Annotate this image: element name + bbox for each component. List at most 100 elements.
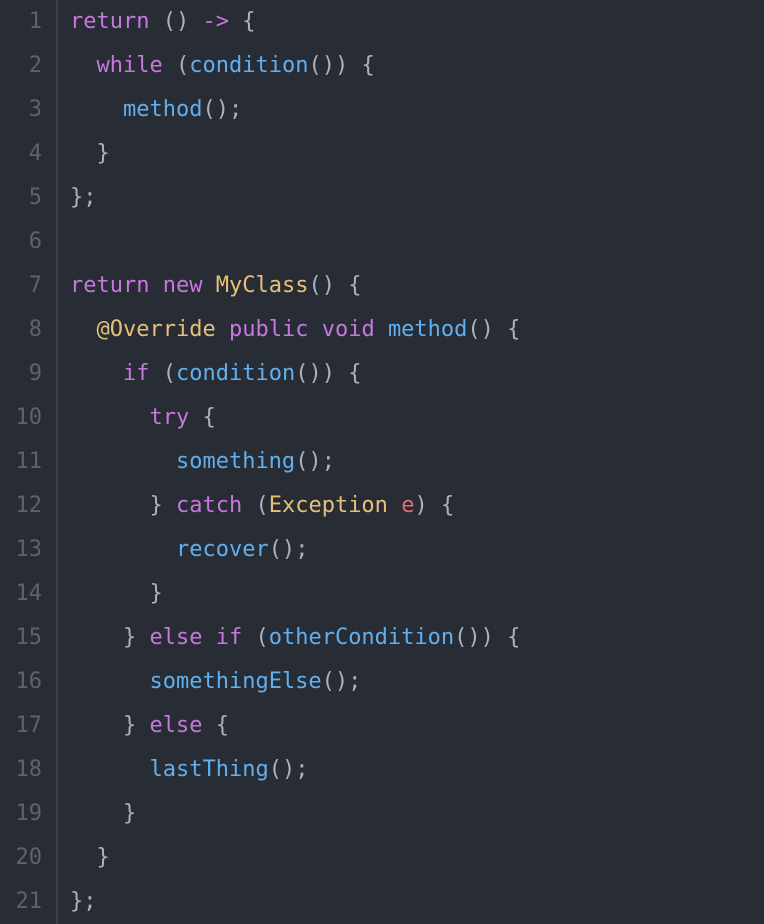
- code-token: [70, 317, 97, 342]
- code-token: [242, 493, 255, 518]
- code-token: ;: [322, 449, 335, 474]
- code-token: [388, 493, 401, 518]
- line-number: 16: [0, 660, 42, 704]
- line-number: 14: [0, 572, 42, 616]
- code-token: ;: [229, 97, 242, 122]
- code-line[interactable]: if (condition()) {: [70, 352, 520, 396]
- code-token: condition: [189, 53, 308, 78]
- code-token: (): [295, 361, 322, 386]
- code-line[interactable]: }: [70, 792, 520, 836]
- code-line[interactable]: try {: [70, 396, 520, 440]
- code-token: [163, 493, 176, 518]
- code-content[interactable]: return () -> { while (condition()) { met…: [58, 0, 520, 924]
- code-token: (: [163, 361, 176, 386]
- code-token: [189, 9, 202, 34]
- code-token: [70, 669, 149, 694]
- code-token: else: [149, 625, 202, 650]
- code-token: [70, 625, 123, 650]
- code-token: [348, 53, 361, 78]
- code-line[interactable]: recover();: [70, 528, 520, 572]
- code-token: ): [322, 361, 335, 386]
- code-token: (: [255, 625, 268, 650]
- code-token: condition: [176, 361, 295, 386]
- code-token: }: [97, 845, 110, 870]
- code-token: [70, 53, 97, 78]
- code-token: (): [467, 317, 494, 342]
- code-token: [189, 405, 202, 430]
- line-number: 20: [0, 836, 42, 880]
- line-number: 12: [0, 484, 42, 528]
- code-line[interactable]: somethingElse();: [70, 660, 520, 704]
- code-line[interactable]: } catch (Exception e) {: [70, 484, 520, 528]
- code-line[interactable]: return () -> {: [70, 0, 520, 44]
- code-token: [136, 713, 149, 738]
- code-token: [70, 537, 176, 562]
- line-number: 4: [0, 132, 42, 176]
- line-number: 19: [0, 792, 42, 836]
- code-line[interactable]: @Override public void method() {: [70, 308, 520, 352]
- code-token: [494, 625, 507, 650]
- code-token: [70, 493, 149, 518]
- line-number: 11: [0, 440, 42, 484]
- code-token: [202, 713, 215, 738]
- code-token: public: [229, 317, 308, 342]
- code-line[interactable]: [70, 220, 520, 264]
- code-token: something: [176, 449, 295, 474]
- code-token: }: [123, 625, 136, 650]
- code-token: [335, 273, 348, 298]
- code-token: [308, 317, 321, 342]
- code-token: [70, 845, 97, 870]
- code-token: [149, 273, 162, 298]
- code-token: (): [322, 669, 349, 694]
- code-token: }: [97, 141, 110, 166]
- code-token: (): [269, 537, 296, 562]
- code-token: [70, 141, 97, 166]
- code-line[interactable]: something();: [70, 440, 520, 484]
- code-token: }: [123, 713, 136, 738]
- code-editor[interactable]: 123456789101112131415161718192021 return…: [0, 0, 764, 924]
- code-line[interactable]: };: [70, 176, 520, 220]
- code-token: [70, 713, 123, 738]
- line-number: 10: [0, 396, 42, 440]
- line-number: 8: [0, 308, 42, 352]
- code-line[interactable]: method();: [70, 88, 520, 132]
- code-line[interactable]: }: [70, 572, 520, 616]
- code-token: [70, 361, 123, 386]
- code-token: [202, 273, 215, 298]
- code-token: (): [202, 97, 229, 122]
- code-line[interactable]: }: [70, 836, 520, 880]
- line-number: 2: [0, 44, 42, 88]
- code-token: (: [255, 493, 268, 518]
- code-token: else: [149, 713, 202, 738]
- code-token: (): [308, 53, 335, 78]
- code-line[interactable]: }: [70, 132, 520, 176]
- code-line[interactable]: return new MyClass() {: [70, 264, 520, 308]
- code-line[interactable]: } else {: [70, 704, 520, 748]
- code-token: (): [269, 757, 296, 782]
- code-line[interactable]: while (condition()) {: [70, 44, 520, 88]
- code-token: [229, 9, 242, 34]
- code-token: };: [70, 185, 97, 210]
- code-token: [70, 757, 149, 782]
- code-token: }: [149, 493, 162, 518]
- code-token: [136, 625, 149, 650]
- code-line[interactable]: lastThing();: [70, 748, 520, 792]
- code-token: {: [348, 361, 361, 386]
- code-token: [70, 801, 123, 826]
- code-token: [216, 317, 229, 342]
- code-token: [335, 361, 348, 386]
- code-token: MyClass: [216, 273, 309, 298]
- code-token: [242, 625, 255, 650]
- code-token: lastThing: [149, 757, 268, 782]
- code-token: [494, 317, 507, 342]
- code-line[interactable]: } else if (otherCondition()) {: [70, 616, 520, 660]
- code-token: (): [295, 449, 322, 474]
- code-line[interactable]: };: [70, 880, 520, 924]
- code-token: ): [481, 625, 494, 650]
- code-token: ): [335, 53, 348, 78]
- code-token: };: [70, 889, 97, 914]
- code-token: (): [308, 273, 335, 298]
- line-number: 1: [0, 0, 42, 44]
- code-token: ;: [295, 757, 308, 782]
- code-token: {: [361, 53, 374, 78]
